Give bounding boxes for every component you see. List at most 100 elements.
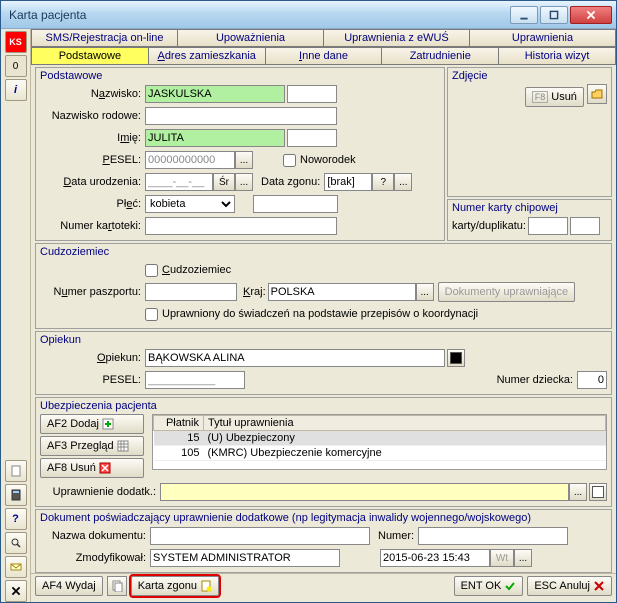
tab-inne[interactable]: Inne dane: [266, 47, 383, 65]
tab-uprawnienia[interactable]: Uprawnienia: [470, 29, 616, 47]
input-nazwisko[interactable]: [145, 85, 285, 103]
label-nazwisko: Nazwisko:: [40, 88, 145, 100]
tab-sms[interactable]: SMS/Rejestracja on-line: [31, 29, 178, 47]
pesel-dots-button[interactable]: ...: [235, 151, 253, 169]
search-icon[interactable]: [5, 532, 27, 554]
new-doc-icon: [200, 580, 212, 592]
select-plec[interactable]: kobieta: [145, 195, 235, 213]
footer-bar: AF4 Wydaj Karta zgonu ENT OK ESC Anuluj: [31, 573, 616, 598]
rail-calc-icon[interactable]: [5, 484, 27, 506]
tab-adres[interactable]: Adres zamieszkania: [149, 47, 266, 65]
mail-icon[interactable]: [5, 556, 27, 578]
delete-photo-button[interactable]: F8F8 UsuńUsuń: [525, 87, 584, 107]
input-karta[interactable]: [528, 217, 568, 235]
panel-title-dokument: Dokument poświadczający uprawnienie doda…: [40, 512, 607, 524]
tab-zatrudnienie[interactable]: Zatrudnienie: [382, 47, 499, 65]
dodaj-button[interactable]: AF2 Dodaj: [40, 414, 144, 434]
data-zgonu-q-button[interactable]: ?: [372, 173, 394, 191]
dokumenty-button[interactable]: Dokumenty uprawniające: [438, 282, 576, 302]
close-button[interactable]: [570, 6, 612, 24]
ks-logo-button[interactable]: KS: [5, 31, 27, 53]
zmod-dots-button[interactable]: ...: [514, 549, 532, 567]
label-numer-dok: Numer:: [378, 530, 414, 542]
panel-podstawowe: Podstawowe Nazwisko: Nazwisko rodowe: Im…: [35, 67, 445, 241]
label-uprawnienie-dodatk: Uprawnienie dodatk.:: [40, 486, 160, 498]
input-imie-2[interactable]: [287, 129, 337, 147]
checkbox-cudzoziemiec[interactable]: [145, 264, 158, 277]
photo-open-button[interactable]: [587, 84, 607, 104]
ubezpieczenia-table[interactable]: Płatnik Tytuł uprawnienia 15(U) Ubezpiec…: [152, 414, 607, 470]
info-icon[interactable]: i: [5, 79, 27, 101]
input-nazwa-dok[interactable]: [150, 527, 370, 545]
label-data-urodzenia: Data urodzenia:: [40, 176, 145, 188]
input-data-urodzenia[interactable]: [145, 173, 213, 191]
tab-upowaznienia[interactable]: Upoważnienia: [178, 29, 324, 47]
sub-tabs: Podstawowe Adres zamieszkania Inne dane …: [31, 47, 616, 65]
dodatk-clear-button[interactable]: [589, 483, 607, 501]
footer-copy-icon[interactable]: [107, 576, 127, 596]
label-nazwa-dok: Nazwa dokumentu:: [40, 530, 150, 542]
wydaj-button[interactable]: AF4 Wydaj: [35, 576, 103, 596]
input-nazwisko-rodowe[interactable]: [145, 107, 337, 125]
panel-title-cudzoziemiec: Cudzoziemiec: [40, 246, 607, 258]
checkbox-koordynacja[interactable]: [145, 308, 158, 321]
table-row[interactable]: 15(U) Ubezpieczony: [154, 431, 606, 446]
input-data-zgonu[interactable]: [324, 173, 372, 191]
panel-ubezpieczenia: Ubezpieczenia pacjenta AF2 Dodaj AF3 Prz…: [35, 397, 612, 507]
label-opiekun-pesel: PESEL:: [40, 374, 145, 386]
anuluj-button[interactable]: ESC Anuluj: [527, 576, 612, 596]
input-nazwisko-2[interactable]: [287, 85, 337, 103]
input-imie[interactable]: [145, 129, 285, 147]
input-zmod-data: [380, 549, 490, 567]
label-numer-kartoteki: Numer kartoteki:: [40, 220, 145, 232]
minimize-button[interactable]: [510, 6, 538, 24]
rail-zero-button[interactable]: 0: [5, 55, 27, 77]
label-data-zgonu: Data zgonu:: [261, 176, 320, 188]
label-noworodek: Noworodek: [300, 154, 356, 166]
input-plec-extra[interactable]: [253, 195, 338, 213]
przeglad-button[interactable]: AF3 Przegląd: [40, 436, 144, 456]
col-platnik: Płatnik: [154, 416, 204, 431]
data-zgonu-dots-button[interactable]: ...: [394, 173, 412, 191]
tab-uprawnienia-ewus[interactable]: Uprawnienia z eWUŚ: [324, 29, 470, 47]
input-numer-dok[interactable]: [418, 527, 568, 545]
tab-podstawowe[interactable]: Podstawowe: [31, 47, 149, 65]
label-zmod: Zmodyfikował:: [40, 552, 150, 564]
sr-button[interactable]: Śr: [213, 173, 235, 191]
input-numer-dziecka[interactable]: [577, 371, 607, 389]
panel-dokument: Dokument poświadczający uprawnienie doda…: [35, 509, 612, 573]
table-row[interactable]: 105(KMRC) Ubezpieczenie komercyjne: [154, 446, 606, 461]
panel-title-opiekun: Opiekun: [40, 334, 607, 346]
label-paszport: Numer paszportu:: [40, 286, 145, 298]
input-opiekun[interactable]: [145, 349, 445, 367]
usun-button[interactable]: AF8 Usuń: [40, 458, 144, 478]
exit-icon[interactable]: [5, 580, 27, 602]
ok-button[interactable]: ENT OK: [454, 576, 524, 596]
input-opiekun-pesel[interactable]: [145, 371, 245, 389]
maximize-button[interactable]: [540, 6, 568, 24]
kraj-dots-button[interactable]: ...: [416, 283, 434, 301]
input-paszport[interactable]: [145, 283, 237, 301]
input-duplikat[interactable]: [570, 217, 600, 235]
label-nazwisko-rodowe: Nazwisko rodowe:: [40, 110, 145, 122]
opiekun-clear-button[interactable]: [447, 349, 465, 367]
window-title: Karta pacjenta: [9, 8, 508, 22]
karta-zgonu-button[interactable]: Karta zgonu: [131, 576, 219, 596]
help-icon[interactable]: ?: [5, 508, 27, 530]
tab-historia[interactable]: Historia wizyt: [499, 47, 616, 65]
label-koordynacja: Uprawniony do świadczeń na podstawie prz…: [162, 308, 478, 320]
data-ur-dots-button[interactable]: ...: [235, 173, 253, 191]
input-uprawnienie-dodatk[interactable]: [160, 483, 569, 501]
panel-title-podstawowe: Podstawowe: [40, 70, 440, 82]
panel-cudzoziemiec: Cudzoziemiec Cudzoziemiec Numer paszport…: [35, 243, 612, 329]
dodatk-dots-button[interactable]: ...: [569, 483, 587, 501]
label-cudzoziemiec-chk: Cudzoziemiec: [162, 264, 231, 276]
input-kraj[interactable]: [268, 283, 416, 301]
wt-button[interactable]: Wt: [490, 549, 514, 567]
top-tabs: SMS/Rejestracja on-line Upoważnienia Upr…: [31, 29, 616, 47]
input-numer-kartoteki[interactable]: [145, 217, 337, 235]
panel-title-zdjecie: Zdjęcie: [452, 70, 607, 82]
checkbox-noworodek[interactable]: [283, 154, 296, 167]
input-pesel[interactable]: [145, 151, 235, 169]
rail-doc-icon[interactable]: [5, 460, 27, 482]
